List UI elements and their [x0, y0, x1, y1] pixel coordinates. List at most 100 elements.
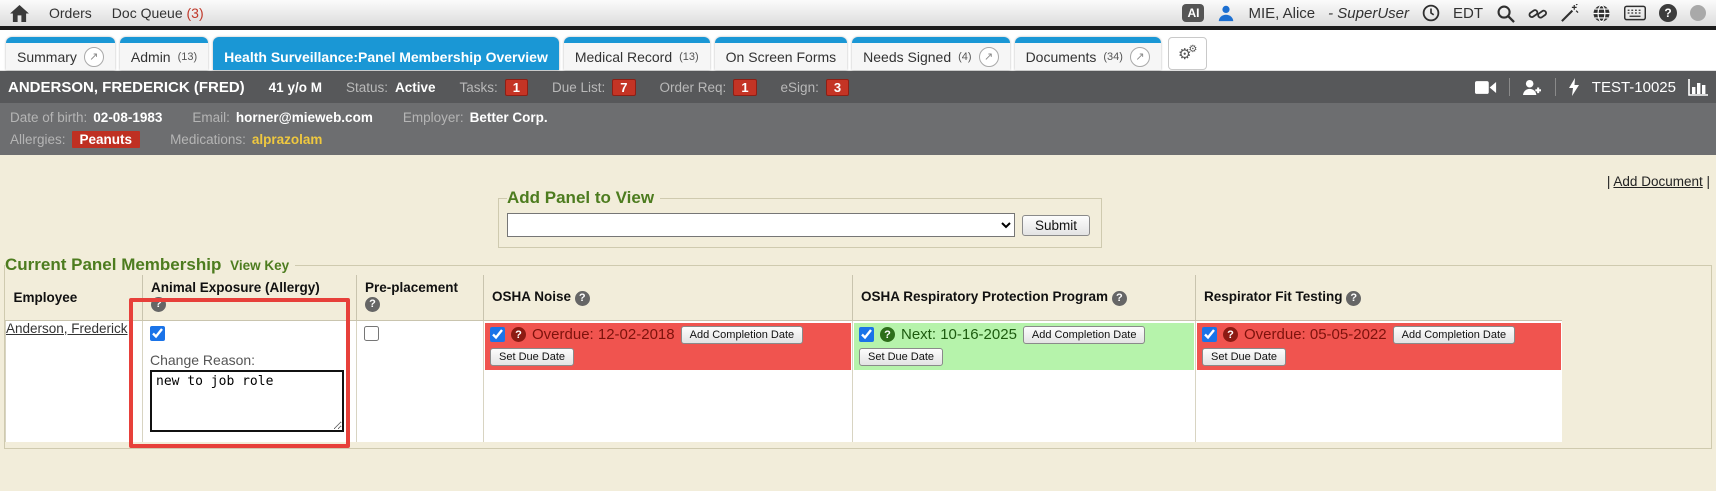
tasks-count-badge[interactable]: 1: [505, 79, 528, 96]
patient-demographics-bar: Date of birth: 02-08-1983 Email: horner@…: [0, 103, 1716, 155]
help-icon[interactable]: ?: [151, 297, 166, 312]
popout-icon[interactable]: ↗: [979, 47, 999, 67]
user-icon: [1217, 4, 1235, 22]
user-name[interactable]: MIE, Alice: [1248, 5, 1315, 22]
home-icon[interactable]: [10, 5, 29, 22]
bar-chart-icon[interactable]: [1688, 79, 1708, 96]
submit-button[interactable]: Submit: [1022, 215, 1090, 236]
help-icon[interactable]: ?: [365, 297, 380, 312]
due-list-counter: Due List: 7: [552, 79, 636, 96]
change-reason-textarea[interactable]: new to job role: [150, 370, 344, 432]
video-camera-icon[interactable]: [1475, 80, 1497, 95]
tasks-counter: Tasks: 1: [460, 79, 529, 96]
add-panel-fieldset: Add Panel to View Submit: [498, 188, 1102, 248]
pre-placement-checkbox[interactable]: [364, 326, 379, 341]
col-animal-exposure: Animal Exposure (Allergy) ?: [143, 275, 357, 320]
status-dot-icon: [1690, 5, 1706, 21]
nav-orders[interactable]: Orders: [49, 5, 92, 21]
panel-membership-table: Employee Animal Exposure (Allergy) ? Pre…: [5, 275, 1562, 442]
patient-bar-icons: TEST-10025: [1475, 78, 1708, 96]
table-header-row: Employee Animal Exposure (Allergy) ? Pre…: [6, 275, 1562, 320]
user-role: - SuperUser: [1328, 5, 1409, 22]
ai-badge[interactable]: AI: [1182, 4, 1204, 22]
add-completion-date-button[interactable]: Add Completion Date: [1393, 326, 1516, 344]
add-person-icon[interactable]: [1522, 79, 1543, 96]
clock-icon[interactable]: [1422, 4, 1440, 22]
dob-label: Date of birth:: [10, 110, 87, 125]
osha-respiratory-cell: ? Next: 10-16-2025 Add Completion Date S…: [853, 320, 1196, 442]
help-icon[interactable]: ?: [511, 327, 526, 342]
col-employee: Employee: [6, 275, 143, 320]
add-completion-date-button[interactable]: Add Completion Date: [1023, 326, 1146, 344]
help-icon[interactable]: ?: [575, 291, 590, 306]
animal-exposure-checkbox[interactable]: [150, 326, 165, 341]
medications-label: Medications:: [170, 132, 246, 147]
employee-cell: Anderson, Frederick: [6, 320, 143, 442]
nav-doc-queue[interactable]: Doc Queue (3): [112, 5, 204, 21]
allergies-label: Allergies:: [10, 132, 66, 147]
allergy-badge[interactable]: Peanuts: [72, 131, 141, 148]
osha-respiratory-checkbox[interactable]: [859, 327, 874, 342]
view-key-link[interactable]: View Key: [230, 258, 289, 273]
chart-tab-strip: Summary ↗ Admin (13) Health Surveillance…: [0, 30, 1716, 71]
animal-exposure-cell: Change Reason: new to job role: [143, 320, 357, 442]
link-icon[interactable]: [1528, 4, 1547, 23]
due-list-count-badge[interactable]: 7: [612, 79, 635, 96]
email-label: Email:: [192, 110, 230, 125]
panel-membership-title: Current Panel Membership: [5, 255, 221, 274]
wand-icon[interactable]: [1560, 4, 1579, 23]
set-due-date-button[interactable]: Set Due Date: [859, 348, 943, 366]
employer-value: Better Corp.: [470, 110, 548, 125]
esign-count-badge[interactable]: 3: [826, 79, 849, 96]
help-icon[interactable]: ?: [880, 327, 895, 342]
tab-settings-gears-icon[interactable]: ⚙⚙: [1168, 37, 1207, 70]
set-due-date-button[interactable]: Set Due Date: [490, 348, 574, 366]
lightning-bolt-icon[interactable]: [1568, 78, 1580, 96]
globe-icon[interactable]: [1592, 4, 1611, 23]
tab-medical-record[interactable]: Medical Record (13): [564, 37, 710, 70]
add-completion-date-button[interactable]: Add Completion Date: [681, 326, 804, 344]
esign-counter: eSign: 3: [781, 79, 850, 96]
set-due-date-button[interactable]: Set Due Date: [1202, 348, 1286, 366]
osha-noise-cell: ? Overdue: 12-02-2018 Add Completion Dat…: [484, 320, 853, 442]
tab-summary[interactable]: Summary ↗: [6, 37, 115, 70]
help-icon[interactable]: ?: [1346, 291, 1361, 306]
osha-respiratory-status: Next: 10-16-2025: [901, 326, 1017, 343]
tab-on-screen-forms[interactable]: On Screen Forms: [715, 37, 847, 70]
employee-link[interactable]: Anderson, Frederick: [6, 321, 128, 336]
tab-needs-signed[interactable]: Needs Signed (4) ↗: [852, 37, 1009, 70]
add-document-link[interactable]: Add Document: [1613, 174, 1702, 189]
top-nav-bar: Orders Doc Queue (3) AI MIE, Alice - Sup…: [0, 0, 1716, 30]
col-osha-respiratory: OSHA Respiratory Protection Program ?: [853, 275, 1196, 320]
medication-value[interactable]: alprazolam: [252, 132, 323, 147]
order-req-count-badge[interactable]: 1: [733, 79, 756, 96]
patient-name: ANDERSON, FREDERICK (FRED): [8, 79, 245, 96]
doc-queue-count: (3): [187, 5, 204, 21]
tab-documents[interactable]: Documents (34) ↗: [1015, 37, 1161, 70]
patient-age-sex: 41 y/o M: [269, 80, 322, 95]
help-icon[interactable]: ?: [1112, 291, 1127, 306]
respirator-fit-checkbox[interactable]: [1202, 327, 1217, 342]
panel-select[interactable]: [507, 213, 1015, 237]
add-panel-legend: Add Panel to View: [507, 188, 660, 208]
keyboard-icon[interactable]: [1624, 5, 1646, 21]
col-osha-noise: OSHA Noise ?: [484, 275, 853, 320]
tab-health-surveillance-active[interactable]: Health Surveillance:Panel Membership Ove…: [213, 37, 559, 70]
order-req-counter: Order Req: 1: [660, 79, 757, 96]
timezone-label: EDT: [1453, 5, 1483, 22]
help-icon[interactable]: ?: [1223, 327, 1238, 342]
patient-header-bar: ANDERSON, FREDERICK (FRED) 41 y/o M Stat…: [0, 71, 1716, 103]
pre-placement-cell: [357, 320, 484, 442]
tab-admin[interactable]: Admin (13): [120, 37, 208, 70]
main-content: | Add Document | Add Panel to View Submi…: [0, 155, 1716, 486]
table-row: Anderson, Frederick Change Reason: new t…: [6, 320, 1562, 442]
help-icon[interactable]: ?: [1659, 4, 1677, 22]
add-document-link-wrap: | Add Document |: [1607, 174, 1710, 189]
popout-icon[interactable]: ↗: [84, 47, 104, 67]
patient-record-id: TEST-10025: [1592, 79, 1676, 96]
topbar-right-cluster: AI MIE, Alice - SuperUser EDT ?: [1182, 4, 1706, 23]
osha-noise-checkbox[interactable]: [490, 327, 505, 342]
search-icon[interactable]: [1496, 4, 1515, 23]
col-pre-placement: Pre-placement ?: [357, 275, 484, 320]
popout-icon[interactable]: ↗: [1130, 47, 1150, 67]
